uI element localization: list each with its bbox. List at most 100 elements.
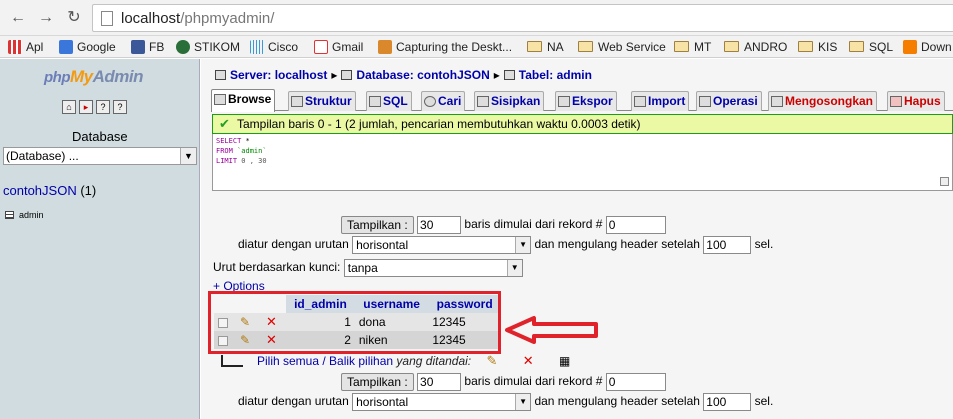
sql-icon (369, 96, 381, 107)
search-icon (424, 96, 436, 107)
drop-icon (890, 96, 902, 107)
order-select-bottom[interactable]: horisontal ▼ (352, 393, 532, 411)
back-icon[interactable]: ← (8, 8, 28, 28)
order-control-bottom: diatur dengan urutan horisontal ▼ dan men… (238, 393, 774, 411)
cisco-icon (250, 40, 264, 54)
rows-count-input-bottom[interactable]: 30 (417, 373, 462, 391)
bookmark-fb[interactable]: FB (131, 39, 164, 55)
folder-icon (798, 41, 813, 52)
bookmark-apps[interactable]: Apl (8, 39, 43, 55)
breadcrumb: Server: localhost ▸ Database: contohJSON ▸ T… (215, 68, 592, 82)
wrench-icon (699, 96, 711, 107)
docs-icon[interactable]: ? (113, 100, 127, 114)
success-notice: ✔ Tampilan baris 0 - 1 (2 jumlah, pencar… (212, 114, 953, 134)
bookmark-folder-andro[interactable]: ANDRO (724, 39, 787, 55)
rows-control-top: Tampilkan : 30 baris dimulai dari rekord… (341, 216, 666, 234)
breadcrumb-table[interactable]: Tabel: admin (519, 68, 592, 82)
bookmark-stikom[interactable]: STIKOM (176, 39, 240, 55)
tab-import[interactable]: Import (631, 91, 690, 111)
annotation-highlight-box (208, 291, 501, 354)
server-icon (215, 70, 226, 80)
database-icon (341, 70, 353, 80)
address-url[interactable]: localhost/phpmyadmin/ (121, 10, 274, 27)
bookmark-folder-mt[interactable]: MT (674, 39, 711, 55)
bookmark-google[interactable]: Google (59, 39, 116, 55)
order-control-top: diatur dengan urutan horisontal ▼ dan men… (238, 236, 774, 254)
start-record-input-bottom[interactable]: 0 (605, 373, 666, 391)
sidebar-table-admin[interactable]: admin (5, 210, 44, 220)
check-all-row: Pilih semua / Balik pilihan yang ditanda… (221, 353, 570, 369)
tab-bar: Browse Struktur SQL Cari Sisipkan Ekspor… (211, 89, 953, 112)
address-bar[interactable]: localhost/phpmyadmin/ (92, 4, 953, 32)
select-all-link[interactable]: Pilih semua / Balik pilihan (257, 354, 393, 368)
bookmark-folder-web-service[interactable]: Web Service (578, 39, 666, 55)
tab-operasi[interactable]: Operasi (696, 91, 762, 111)
inline-edit-checkbox[interactable] (940, 177, 949, 186)
breadcrumb-database[interactable]: Database: contohJSON (356, 68, 489, 82)
bookmark-folder-kis[interactable]: KIS (798, 39, 837, 55)
tab-hapus[interactable]: Hapus (887, 91, 945, 111)
tab-cari[interactable]: Cari (421, 91, 466, 111)
tab-ekspor[interactable]: Ekspor (555, 91, 617, 111)
sort-control: Urut berdasarkan kunci: tanpa ▼ (213, 259, 523, 277)
facebook-icon (131, 40, 145, 54)
bookmark-down[interactable]: Down (903, 39, 952, 55)
chevron-down-icon: ▼ (506, 260, 522, 276)
bookmark-cisco[interactable]: Cisco (250, 39, 298, 55)
repeat-header-input-top[interactable]: 100 (703, 236, 752, 254)
forward-icon[interactable]: → (36, 8, 56, 28)
folder-icon (724, 41, 739, 52)
tab-mengosongkan[interactable]: Mengosongkan (768, 91, 878, 111)
checkmark-icon: ✔ (219, 116, 230, 131)
import-icon (634, 96, 646, 107)
page-icon (101, 11, 113, 26)
sql-query-icon[interactable]: ? (96, 100, 110, 114)
sort-select[interactable]: tanpa ▼ (343, 259, 523, 277)
export-selected-icon[interactable]: ▦ (559, 354, 570, 368)
capture-icon (378, 40, 392, 54)
show-button-bottom[interactable]: Tampilkan : (341, 373, 414, 391)
tab-browse[interactable]: Browse (211, 89, 276, 112)
gmail-icon (314, 40, 328, 54)
rows-count-input-top[interactable]: 30 (417, 216, 462, 234)
edit-selected-pencil-icon[interactable]: ✎ (486, 353, 497, 368)
browse-icon (214, 94, 226, 105)
order-select-top[interactable]: horisontal ▼ (352, 236, 532, 254)
main-frame: Server: localhost ▸ Database: contohJSON ▸ T… (201, 59, 953, 419)
database-select[interactable]: (Database) ... ▼ (3, 147, 197, 165)
chevron-down-icon: ▼ (180, 148, 196, 164)
tab-struktur[interactable]: Struktur (288, 91, 356, 111)
home-icon[interactable]: ⌂ (62, 100, 76, 114)
folder-icon (674, 41, 689, 52)
phpmyadmin-logo[interactable]: phpMyAdmin (44, 67, 144, 87)
empty-table-icon (771, 96, 783, 107)
bookmark-folder-sql[interactable]: SQL (849, 39, 893, 55)
export-icon (558, 96, 570, 107)
insert-icon (477, 96, 489, 107)
quick-icons: ⌂ ▸?? (62, 99, 130, 114)
bookmark-capturing[interactable]: Capturing the Deskt... (378, 39, 512, 55)
table-icon (5, 211, 14, 219)
folder-icon (849, 41, 864, 52)
blogger-icon (903, 40, 917, 54)
start-record-input-top[interactable]: 0 (605, 216, 666, 234)
reload-icon[interactable]: ↻ (64, 8, 84, 28)
logout-icon[interactable]: ▸ (79, 100, 93, 114)
browser-toolbar: ← → ↻ localhost/phpmyadmin/ (0, 0, 953, 36)
tab-sisipkan[interactable]: Sisipkan (474, 91, 545, 111)
bookmark-gmail[interactable]: Gmail (314, 39, 363, 55)
show-button-top[interactable]: Tampilkan : (341, 216, 414, 234)
bookmark-folder-na[interactable]: NA (527, 39, 564, 55)
database-label: Database (72, 129, 128, 144)
table-icon (503, 70, 515, 80)
delete-selected-x-icon[interactable]: ✕ (523, 353, 534, 368)
google-icon (59, 40, 73, 54)
chevron-down-icon: ▼ (515, 394, 531, 410)
annotation-arrow-icon (505, 316, 598, 344)
tab-sql[interactable]: SQL (366, 91, 412, 111)
database-link[interactable]: contohJSON (1) (3, 183, 96, 198)
folder-icon (578, 41, 593, 52)
apps-grid-icon (8, 40, 22, 54)
repeat-header-input-bottom[interactable]: 100 (703, 393, 752, 411)
breadcrumb-server[interactable]: Server: localhost (230, 68, 327, 82)
